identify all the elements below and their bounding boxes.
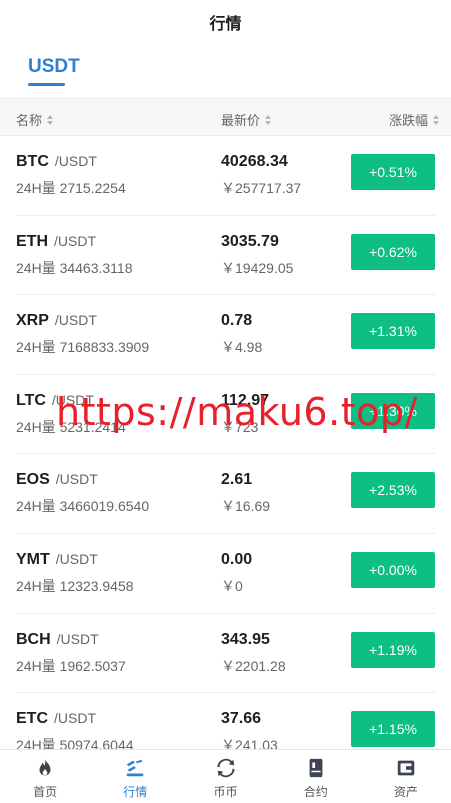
pair-symbol: YMT/USDT bbox=[16, 551, 98, 569]
quote-symbol: /USDT bbox=[55, 550, 98, 567]
quote-symbol: /USDT bbox=[54, 710, 96, 727]
change-badge: +0.62% bbox=[351, 233, 435, 270]
price-cny: ￥723 bbox=[221, 418, 259, 435]
change-badge: +0.51% bbox=[351, 154, 435, 190]
market-row[interactable]: YMT/USDT 24H量 12323.9458 0.00 ￥0 +0.00% bbox=[16, 534, 435, 614]
exchange-icon bbox=[216, 758, 235, 778]
pair-symbol: LTC/USDT bbox=[16, 392, 94, 410]
base-symbol: EOS bbox=[16, 471, 50, 489]
pair-symbol: BTC/USDT bbox=[16, 153, 97, 171]
change-badge: +1.31% bbox=[351, 313, 435, 350]
quote-symbol: /USDT bbox=[54, 153, 97, 169]
last-price: 343.95 bbox=[221, 630, 270, 648]
pair-symbol: ETC/USDT bbox=[16, 710, 96, 728]
tabbar-item-market[interactable]: 行情 bbox=[90, 750, 180, 803]
last-price: 37.66 bbox=[221, 710, 262, 728]
price-cny: ￥19429.05 bbox=[221, 259, 294, 276]
tabbar-item-home[interactable]: 首页 bbox=[0, 750, 90, 803]
sort-icon bbox=[265, 114, 272, 125]
base-symbol: BCH bbox=[16, 630, 51, 648]
change-badge: +0.00% bbox=[351, 551, 435, 588]
quote-symbol: /USDT bbox=[55, 471, 98, 488]
price-cny: ￥4.98 bbox=[221, 339, 263, 356]
base-symbol: ETH bbox=[16, 232, 48, 250]
column-header: 名称 最新价 涨跌幅 bbox=[0, 98, 451, 136]
last-price: 0.00 bbox=[221, 550, 253, 568]
market-list: BTC/USDT 24H量 2715.2254 40268.34 ￥257717… bbox=[0, 136, 451, 773]
base-symbol: LTC bbox=[16, 391, 46, 409]
page-title: 行情 bbox=[209, 16, 242, 33]
base-symbol: XRP bbox=[16, 312, 49, 330]
market-icon bbox=[127, 759, 144, 777]
change-badge: +1.19% bbox=[351, 631, 435, 668]
volume-24h: 24H量 34463.3118 bbox=[16, 259, 133, 276]
volume-24h: 24H量 12323.9458 bbox=[16, 577, 134, 594]
tabbar-label: 币币 bbox=[213, 785, 238, 799]
price-cny: ￥0 bbox=[221, 577, 243, 594]
column-name-label: 名称 bbox=[16, 113, 43, 128]
volume-24h: 24H量 7168833.3909 bbox=[16, 339, 150, 356]
tabbar-item-spot[interactable]: 币币 bbox=[180, 750, 270, 803]
quote-symbol: /USDT bbox=[51, 391, 94, 408]
market-tabs: USDT bbox=[0, 44, 451, 98]
sort-by-price[interactable]: 最新价 bbox=[221, 110, 272, 129]
market-row[interactable]: BTC/USDT 24H量 2715.2254 40268.34 ￥257717… bbox=[16, 136, 435, 216]
base-symbol: BTC bbox=[16, 153, 49, 170]
tabbar-label: 行情 bbox=[123, 785, 148, 799]
volume-24h: 24H量 5231.2414 bbox=[16, 418, 126, 435]
tabbar-label: 首页 bbox=[33, 785, 58, 799]
tabbar-label: 资产 bbox=[393, 785, 418, 799]
pair-symbol: XRP/USDT bbox=[16, 312, 97, 330]
price-cny: ￥16.69 bbox=[221, 498, 271, 515]
tabbar-item-assets[interactable]: 资产 bbox=[361, 750, 451, 803]
fire-icon bbox=[39, 758, 51, 776]
volume-24h: 24H量 1962.5037 bbox=[16, 657, 126, 674]
sort-icon bbox=[433, 114, 439, 125]
bottom-tabbar: 首页 行情 币币 合约 资产 bbox=[0, 749, 451, 803]
volume-24h: 24H量 2715.2254 bbox=[16, 180, 126, 196]
pair-symbol: BCH/USDT bbox=[16, 631, 99, 649]
last-price: 0.78 bbox=[221, 312, 253, 330]
market-row[interactable]: ETH/USDT 24H量 34463.3118 3035.79 ￥19429.… bbox=[16, 216, 435, 296]
sort-by-change[interactable]: 涨跌幅 bbox=[389, 110, 439, 129]
column-price-label: 最新价 bbox=[221, 113, 261, 128]
wallet-icon bbox=[397, 760, 415, 776]
tab-usdt[interactable]: USDT bbox=[28, 56, 80, 78]
market-row[interactable]: EOS/USDT 24H量 3466019.6540 2.61 ￥16.69 +… bbox=[16, 454, 435, 534]
market-row[interactable]: LTC/USDT 24H量 5231.2414 112.97 ￥723 +1.3… bbox=[16, 375, 435, 455]
column-change-label: 涨跌幅 bbox=[388, 113, 428, 128]
last-price: 2.61 bbox=[221, 471, 253, 489]
sort-icon bbox=[47, 114, 54, 125]
quote-symbol: /USDT bbox=[56, 630, 99, 647]
base-symbol: YMT bbox=[16, 550, 50, 568]
base-symbol: ETC bbox=[16, 710, 48, 728]
header: 行情 bbox=[0, 0, 451, 44]
market-row[interactable]: BCH/USDT 24H量 1962.5037 343.95 ￥2201.28 … bbox=[16, 614, 435, 694]
contract-icon bbox=[309, 758, 323, 778]
volume-24h: 24H量 3466019.6540 bbox=[16, 498, 150, 515]
pair-symbol: EOS/USDT bbox=[16, 471, 98, 489]
tabbar-label: 合约 bbox=[303, 785, 328, 799]
pair-symbol: ETH/USDT bbox=[16, 233, 96, 251]
change-badge: +1.30% bbox=[351, 392, 435, 429]
change-badge: +2.53% bbox=[351, 472, 435, 509]
price-cny: ￥257717.37 bbox=[221, 180, 302, 196]
last-price: 40268.34 bbox=[221, 153, 288, 170]
quote-symbol: /USDT bbox=[54, 312, 97, 329]
quote-symbol: /USDT bbox=[54, 232, 96, 249]
price-cny: ￥2201.28 bbox=[221, 657, 286, 674]
tab-active-indicator bbox=[28, 83, 65, 86]
change-badge: +1.15% bbox=[351, 711, 435, 748]
sort-by-name[interactable]: 名称 bbox=[16, 110, 54, 129]
market-row[interactable]: XRP/USDT 24H量 7168833.3909 0.78 ￥4.98 +1… bbox=[16, 295, 435, 375]
last-price: 3035.79 bbox=[221, 232, 279, 250]
last-price: 112.97 bbox=[221, 391, 270, 409]
tabbar-item-contract[interactable]: 合约 bbox=[271, 750, 361, 803]
